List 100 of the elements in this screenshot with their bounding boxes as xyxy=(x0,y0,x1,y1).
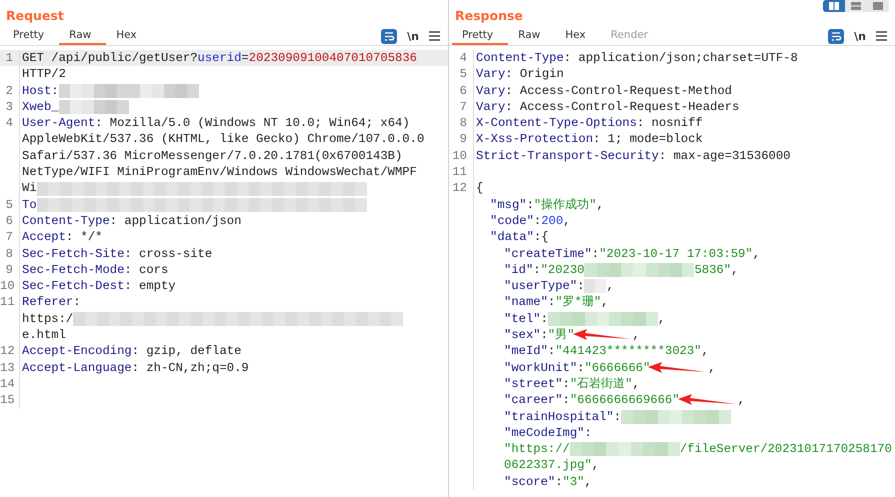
line-number: 14 xyxy=(0,376,16,392)
tab[interactable]: Hex xyxy=(555,27,601,45)
code-text: HTTP/2 xyxy=(22,66,66,83)
code-text: "meId" xyxy=(504,343,548,360)
code-text: : zh-CN,zh;q=0.9 xyxy=(132,360,249,376)
newline-toggle-button[interactable]: \n xyxy=(849,27,871,45)
code-text: /fileServer/20231017170258170 xyxy=(680,441,892,458)
code-text: "workUnit" xyxy=(504,360,578,376)
code-text: Vary xyxy=(476,98,506,116)
code-text: : nosniff xyxy=(636,115,703,132)
code-text: : xyxy=(540,310,548,328)
line-number: 7 xyxy=(458,98,468,116)
code-text: Vary xyxy=(476,82,506,99)
line-number: 9 xyxy=(458,131,468,148)
code-text: "石岩街道" xyxy=(570,376,632,392)
code-text: "https:// xyxy=(504,441,570,458)
code-text: "6666666669666" xyxy=(570,392,680,409)
code-text: To xyxy=(22,196,37,213)
line-number: 15 xyxy=(0,392,16,409)
code-text: , xyxy=(702,343,709,360)
code-text: : Access-Control-Request-Headers xyxy=(505,98,740,116)
layout-toggle-button[interactable] xyxy=(823,0,845,12)
code-text: "tel" xyxy=(504,310,541,328)
line-number: 4 xyxy=(458,50,468,66)
tab[interactable]: Pretty xyxy=(452,27,508,45)
code-text: "6666666" xyxy=(584,360,650,376)
code-text: "trainHospital" xyxy=(504,408,614,425)
code-text: : xyxy=(534,212,542,230)
wrap-icon xyxy=(381,28,398,44)
code-text: : application/json;charset=UTF-8 xyxy=(564,50,798,66)
code-text: : xyxy=(614,408,622,425)
code-text: = xyxy=(241,50,249,66)
code-text: 5836" xyxy=(694,262,732,278)
code-text: "sex" xyxy=(504,327,541,344)
pixelated-redaction xyxy=(128,84,199,98)
code-text: Xweb_ xyxy=(22,98,59,116)
code-text: X-Xss-Protection xyxy=(476,131,594,148)
code-text: : 1; mode=block xyxy=(593,131,703,148)
code-text: : xyxy=(555,474,563,490)
code-text: "20230 xyxy=(540,262,584,278)
code-text: 20230909100407010705836 xyxy=(248,50,417,66)
tab[interactable]: Pretty xyxy=(3,27,60,45)
menu-icon xyxy=(876,31,887,41)
code-text: Sec-Fetch-Site xyxy=(22,246,124,262)
menu-icon xyxy=(429,31,440,41)
code-text: : xyxy=(577,360,584,376)
code-text: Accept-Encoding xyxy=(22,343,132,360)
code-text: , xyxy=(601,294,608,311)
newline-toggle-button[interactable]: \n xyxy=(402,27,424,45)
code-text: , xyxy=(708,360,716,376)
line-number: 2 xyxy=(4,82,14,99)
code-text: , xyxy=(738,392,745,409)
tab[interactable]: Hex xyxy=(106,27,152,45)
code-text: "data" xyxy=(490,229,534,246)
code-text: : xyxy=(584,424,592,442)
code-text: 0622337.jpg" xyxy=(504,457,592,474)
pixelated-redaction xyxy=(58,84,129,98)
code-text: "操作成功" xyxy=(534,196,597,213)
tab[interactable]: Raw xyxy=(59,27,106,45)
code-text: Sec-Fetch-Mode xyxy=(22,262,124,278)
code-text: , xyxy=(731,262,738,278)
line-number: 5 xyxy=(4,196,14,213)
code-text: : max-age=31536000 xyxy=(658,148,790,164)
pixelated-redaction xyxy=(584,279,606,294)
line-number: 8 xyxy=(4,246,14,262)
single-pane-icon xyxy=(873,2,883,10)
code-text: Referer xyxy=(22,294,74,311)
code-text: : xyxy=(73,294,81,311)
panel-title: Request xyxy=(6,8,64,25)
code-text: : cross-site xyxy=(124,246,212,262)
tab[interactable]: Raw xyxy=(508,27,556,45)
line-number: 7 xyxy=(4,229,14,246)
code-text: : xyxy=(533,262,541,278)
code-text: AppleWebKit/537.36 (KHTML, like Gecko) Chrome/107.0.0.0 xyxy=(22,131,424,148)
wrap-icon xyxy=(828,28,844,44)
code-text: X-Content-Type-Options xyxy=(476,115,637,132)
code-text: "2023-10-17 17:03:59" xyxy=(599,246,753,262)
code-text: Accept-Language xyxy=(22,360,132,376)
code-text: Vary xyxy=(476,66,506,83)
line-number: 12 xyxy=(451,180,468,197)
split-columns-icon xyxy=(829,2,839,10)
line-number: 10 xyxy=(451,148,468,164)
code-text: "userType" xyxy=(504,278,578,294)
code-text: "code" xyxy=(490,212,534,230)
panel-title: Response xyxy=(455,8,523,25)
code-text: : xyxy=(540,327,548,344)
code-text: "meCodeImg" xyxy=(504,424,584,442)
code-text: , xyxy=(752,246,760,262)
code-text: Content-Type xyxy=(476,50,564,66)
line-number: 8 xyxy=(458,115,468,132)
code-text: Accept xyxy=(22,229,66,246)
code-text: : xyxy=(562,376,570,392)
code-text: : Mozilla/5.0 (Windows NT 10.0; Win64; x64) xyxy=(95,115,410,132)
code-text: "msg" xyxy=(490,196,527,213)
line-number: 1 xyxy=(4,50,14,66)
line-number: 3 xyxy=(4,98,14,116)
code-text: :{ xyxy=(534,229,549,246)
line-number: 9 xyxy=(4,262,14,278)
code-text: Wi xyxy=(22,180,37,197)
code-text: : xyxy=(526,196,534,213)
